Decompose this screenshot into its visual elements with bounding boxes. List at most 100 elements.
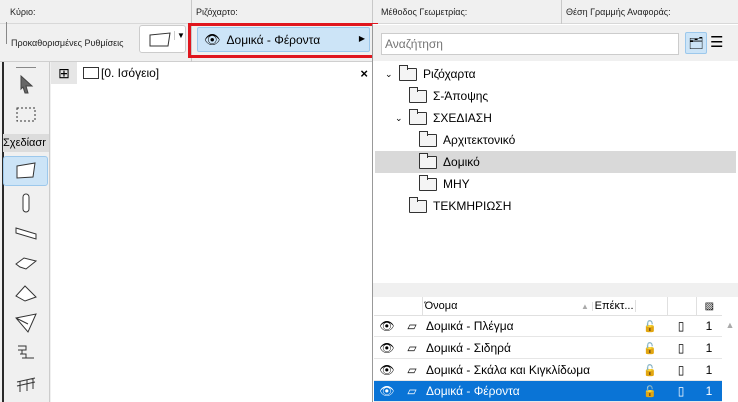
intersection-group[interactable]: 1	[696, 319, 722, 333]
layer-icon: ▱	[407, 363, 417, 377]
unlock-icon[interactable]: 🔓	[634, 364, 666, 377]
layer-tree: ⌄ Ριζόχαρτα Σ-Άποψης ⌄ ΣΧΕΔΙΑΣΗ Αρχιτεκτον…	[373, 62, 738, 224]
tree-label: Ριζόχαρτα	[423, 67, 476, 81]
intersection-group[interactable]: 1	[696, 341, 722, 355]
intersection-group[interactable]: 1	[696, 384, 722, 398]
table-row-selected[interactable]: 👁 ▱ Δομικά - Φέροντα 🔓 ▯ 1	[374, 381, 722, 402]
page-icon[interactable]: ▯	[666, 341, 696, 355]
refline-label: Θέση Γραμμής Αναφοράς:	[566, 7, 671, 17]
chevron-down-icon[interactable]: ⌄	[395, 113, 409, 124]
slab-icon	[16, 162, 36, 179]
layer-value: Δομικά - Φέροντα	[226, 32, 321, 47]
drawing-canvas[interactable]	[51, 62, 372, 402]
main-label: Κύριο:	[10, 7, 36, 17]
layer-icon: ▱	[407, 319, 417, 333]
railing-icon	[16, 377, 35, 392]
close-icon[interactable]: ×	[360, 66, 368, 81]
preset-picker[interactable]: ▼	[139, 25, 186, 53]
chevron-down-icon[interactable]: ⌄	[385, 69, 399, 80]
presets-label: Προκαθορισμένες Ρυθμίσεις	[11, 38, 124, 48]
roof-icon	[14, 285, 37, 302]
roof-tool[interactable]	[3, 248, 48, 278]
shape-icon	[14, 257, 37, 270]
layer-name: Δομικά - Φέροντα	[426, 384, 520, 398]
scroll-up-icon[interactable]: ▲	[722, 320, 738, 330]
tree-item[interactable]: Σ-Άποψης	[375, 85, 736, 107]
layer-selector[interactable]: 👁 Δομικά - Φέροντα ▶	[197, 27, 370, 52]
layer-name: Δομικά - Σκάλα και Κιγκλίδωμα	[426, 363, 591, 377]
folder-icon	[409, 86, 427, 103]
scrollbar[interactable]: ▲	[722, 316, 738, 402]
column-tool[interactable]	[3, 188, 48, 218]
tree-item[interactable]: ΜΗΥ	[375, 173, 736, 195]
column-header-extension[interactable]: Επέκτ...	[593, 300, 637, 312]
tree-label: Δομικό	[443, 155, 480, 169]
table-row[interactable]: 👁 ▱ Δομικά - Σιδηρά 🔓 ▯ 1	[374, 338, 722, 359]
eye-icon[interactable]: 👁	[374, 319, 400, 333]
tree-label: ΤΕΚΜΗΡΙΩΣΗ	[433, 199, 512, 213]
pen-override-icon: ▨	[704, 300, 715, 312]
eye-icon[interactable]: 👁	[374, 341, 400, 355]
eye-icon: 👁	[204, 31, 221, 47]
view-tab-bar: ⊞ [0. Ισόγειο] ×	[51, 62, 372, 84]
tree-item-selected[interactable]: Δομικό	[375, 151, 736, 173]
grid-view-icon[interactable]: ⊞	[51, 62, 77, 84]
beam-icon	[15, 227, 36, 240]
list-view-button[interactable]: ☰	[710, 32, 728, 54]
floor-plan-icon	[83, 67, 99, 79]
intersection-group[interactable]: 1	[696, 363, 722, 377]
column-header-name[interactable]: Όνομα	[423, 300, 581, 312]
splitter[interactable]	[373, 283, 738, 297]
page-icon[interactable]: ▯	[666, 319, 696, 333]
table-row[interactable]: 👁 ▱ Δομικά - Πλέγμα 🔓 ▯ 1	[374, 316, 722, 337]
eye-icon[interactable]: 👁	[374, 363, 400, 377]
design-group-label[interactable]: Σχεδίασr	[3, 134, 49, 152]
chevron-right-icon: ▶	[358, 34, 365, 43]
slab-tool[interactable]	[3, 156, 48, 186]
unlock-icon[interactable]: 🔓	[634, 342, 666, 355]
chevron-down-icon: ▼	[174, 31, 185, 40]
marquee-tool[interactable]	[3, 100, 48, 130]
unlock-icon[interactable]: 🔓	[634, 385, 666, 398]
tree-view-button[interactable]: 🗂	[685, 32, 707, 54]
table-header: Όνομα ▲ Επέκτ... ▨	[374, 296, 722, 316]
page-icon[interactable]: ▯	[666, 363, 696, 377]
folder-icon	[419, 130, 437, 147]
beam-tool[interactable]	[3, 218, 48, 248]
arrow-tool[interactable]	[3, 70, 48, 100]
tree-item-root[interactable]: ⌄ Ριζόχαρτα	[375, 63, 736, 85]
stair-tool[interactable]	[3, 338, 48, 368]
layer-name: Δομικά - Σιδηρά	[426, 341, 511, 355]
folder-icon	[419, 152, 437, 169]
layer-label: Ριζόχαρτο:	[196, 7, 238, 17]
layer-icon: ▱	[407, 341, 417, 355]
layer-icon: ▱	[407, 384, 417, 398]
tree-item[interactable]: ⌄ ΣΧΕΔΙΑΣΗ	[375, 107, 736, 129]
tree-label: ΜΗΥ	[443, 177, 470, 191]
arrow-icon	[20, 74, 33, 94]
slab-icon	[149, 32, 171, 47]
railing-tool[interactable]	[3, 368, 48, 398]
tree-item[interactable]: ΤΕΚΜΗΡΙΩΣΗ	[375, 195, 736, 217]
page-icon[interactable]: ▯	[666, 384, 696, 398]
tree-label: Αρχιτεκτονικό	[443, 133, 516, 147]
view-tab-label[interactable]: [0. Ισόγειο]	[101, 66, 159, 80]
shell-tool[interactable]	[3, 308, 48, 338]
shell-icon	[14, 313, 37, 333]
tree-label: ΣΧΕΔΙΑΣΗ	[433, 111, 492, 125]
roof-gable-tool[interactable]	[3, 278, 48, 308]
search-input[interactable]	[381, 33, 679, 55]
tree-label: Σ-Άποψης	[433, 89, 489, 103]
folder-icon	[419, 174, 437, 191]
marquee-icon	[16, 107, 35, 122]
column-icon	[22, 193, 29, 213]
folder-icon	[409, 196, 427, 213]
folder-icon	[409, 108, 427, 125]
geometry-label: Μέθοδος Γεωμετρίας:	[381, 7, 468, 17]
layer-name: Δομικά - Πλέγμα	[426, 319, 514, 333]
eye-icon[interactable]: 👁	[374, 384, 400, 398]
unlock-icon[interactable]: 🔓	[634, 320, 666, 333]
tree-item[interactable]: Αρχιτεκτονικό	[375, 129, 736, 151]
layer-set-icon	[399, 64, 417, 81]
table-row[interactable]: 👁 ▱ Δομικά - Σκάλα και Κιγκλίδωμα 🔓 ▯ 1	[374, 360, 722, 381]
